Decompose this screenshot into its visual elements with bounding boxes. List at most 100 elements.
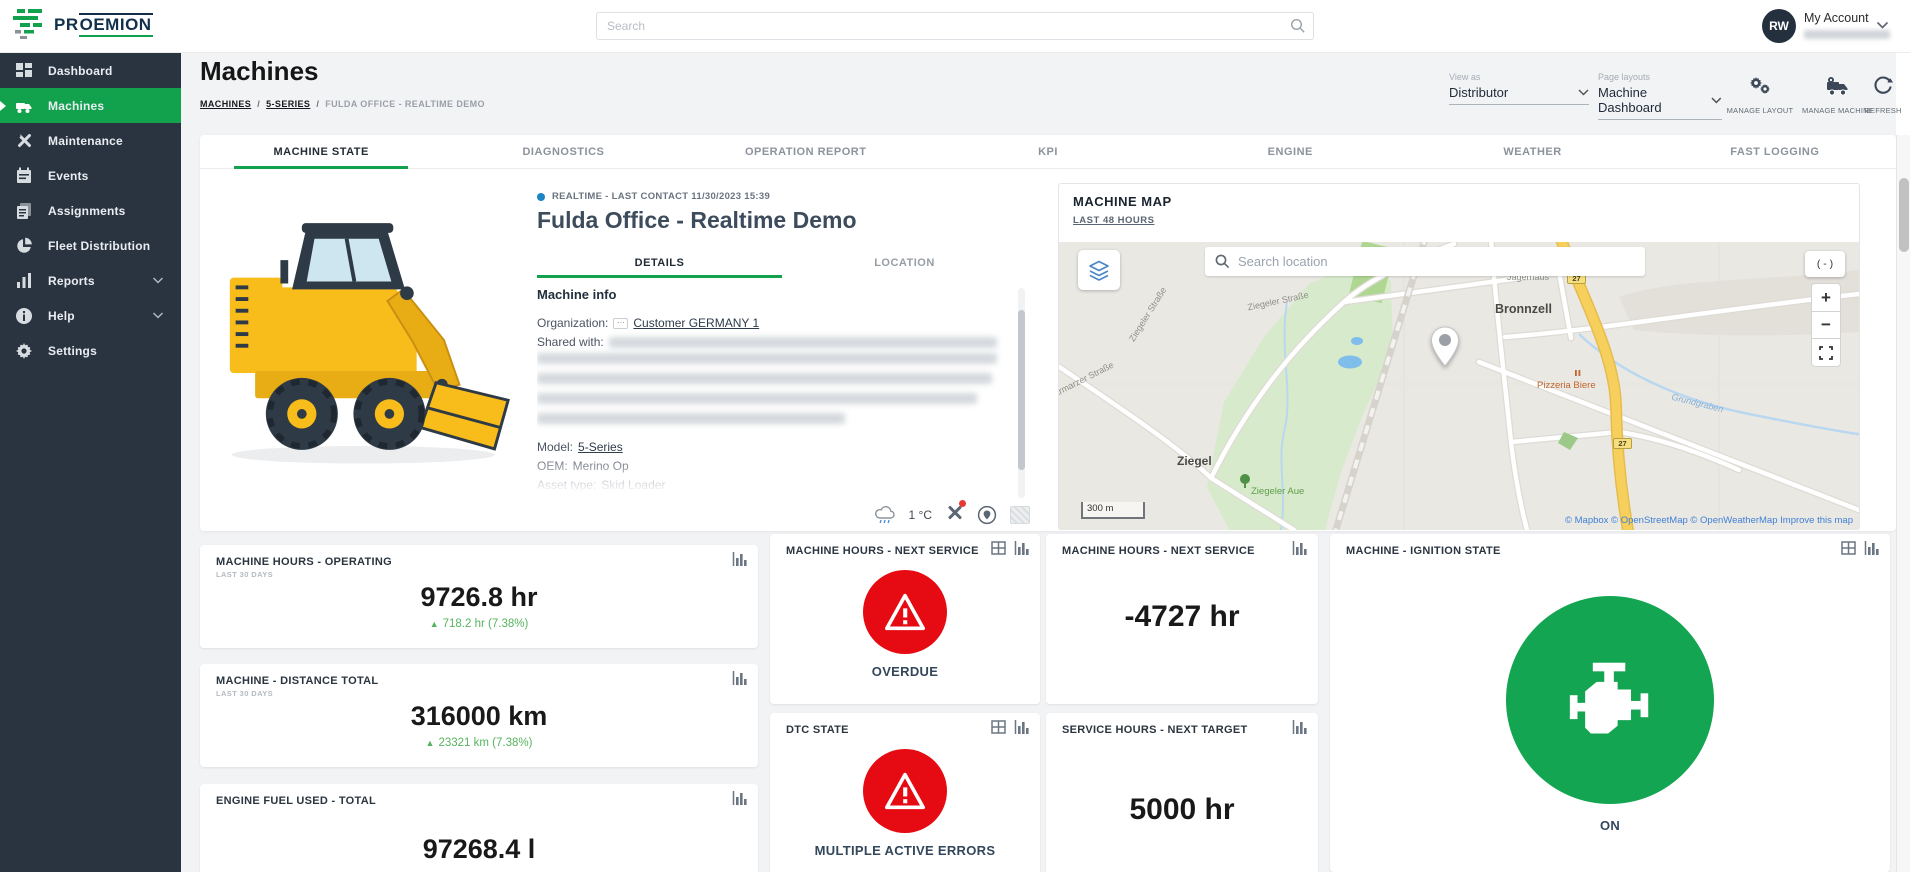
sidebar-item-machines[interactable]: Machines [0,88,181,123]
refresh-caption: REFRESH [1858,106,1908,115]
tab-weather[interactable]: WEATHER [1411,135,1653,168]
organization-link[interactable]: Customer GERMANY 1 [633,315,759,331]
realtime-dot [537,193,545,201]
bar-chart-icon[interactable] [1864,541,1880,555]
sidebar-item-reports[interactable]: Reports [0,263,181,298]
map-marker-pin[interactable] [1430,326,1460,368]
sidebar-item-fleet-distribution[interactable]: Fleet Distribution [0,228,181,263]
manage-layout-button[interactable]: MANAGE LAYOUT [1722,76,1798,115]
info-scrollbar[interactable] [1018,288,1025,498]
machine-illustration [212,192,524,482]
asset-type-label: Asset type: [537,477,596,493]
map-fullscreen-button[interactable] [1811,339,1841,367]
table-icon[interactable] [991,720,1006,734]
tab-kpi[interactable]: KPI [927,135,1169,168]
page-layouts-value[interactable]: Machine Dashboard [1598,85,1722,120]
subtab-location[interactable]: LOCATION [782,247,1027,278]
tab-fast-logging[interactable]: FAST LOGGING [1654,135,1896,168]
machine-info: Machine info Organization: ⋯ Customer GE… [537,285,1015,500]
kpi-card-engine-fuel-used: ENGINE FUEL USED - TOTAL 97268.4 l [200,784,758,872]
map-coordinates-button[interactable]: ( - ) [1805,251,1845,277]
bar-chart-icon[interactable] [1014,541,1030,555]
tab-diagnostics[interactable]: DIAGNOSTICS [442,135,684,168]
card-title: DTC STATE [786,724,849,736]
page-scrollbar[interactable] [1896,135,1910,872]
vin-value: I0359739070390877 [565,496,675,500]
info-scrollbar-thumb[interactable] [1018,310,1025,470]
tab-engine[interactable]: ENGINE [1169,135,1411,168]
chevron-down-icon [1711,97,1722,104]
table-icon[interactable] [1841,541,1856,555]
sidebar-item-events[interactable]: Events [0,158,181,193]
sidebar: Dashboard Machines Maintenance Events As… [0,53,181,872]
map-attribution[interactable]: © Mapbox © OpenStreetMap © OpenWeatherMa… [1565,515,1853,526]
sidebar-item-label: Assignments [48,204,126,218]
bar-chart-icon[interactable] [1014,720,1030,734]
model-link[interactable]: 5-Series [578,439,623,455]
dashboard-icon [15,62,33,80]
vin-row: VIN: I0359739070390877 [537,496,1015,500]
machine-title: Fulda Office - Realtime Demo [537,207,857,234]
breadcrumb-series[interactable]: 5-SERIES [266,99,310,109]
map-label-village: Ziegel [1177,454,1212,468]
map-scale: 300 m [1081,502,1145,519]
card-value: -4727 hr [1046,600,1318,634]
gears-icon [1748,76,1772,97]
pie-chart-icon [15,237,33,255]
page-layouts-select: Page layouts Machine Dashboard [1598,72,1722,120]
shared-with-row: Shared with: [537,334,1015,350]
card-title: MACHINE - DISTANCE TOTAL [216,675,378,687]
kpi-card-service-hours-target: SERVICE HOURS - NEXT TARGET 5000 hr [1046,713,1318,872]
tab-operation-report[interactable]: OPERATION REPORT [685,135,927,168]
location-pin-icon[interactable] [977,505,997,525]
account-chevron-down-icon[interactable] [1876,21,1889,30]
search-icon[interactable] [1290,18,1306,34]
map-search-box[interactable]: Search location [1205,247,1645,276]
model-row: Model: 5-Series [537,439,1015,455]
sidebar-item-assignments[interactable]: Assignments [0,193,181,228]
service-tools-button[interactable] [945,503,964,527]
bar-chart-icon[interactable] [1292,541,1308,555]
account-label[interactable]: My Account [1804,11,1869,25]
card-subtitle: LAST 30 DAYS [216,570,273,579]
card-title: MACHINE HOURS - NEXT SERVICE [1062,545,1255,557]
kpi-card-ignition-state: MACHINE - IGNITION STATE ON [1330,534,1890,872]
bar-chart-icon[interactable] [732,671,748,685]
map-zoom-in-button[interactable]: + [1811,283,1841,311]
breadcrumb-separator: / [316,99,319,109]
card-title: MACHINE - IGNITION STATE [1346,545,1501,557]
table-icon[interactable] [991,541,1006,555]
breadcrumb-machines[interactable]: MACHINES [200,99,251,109]
refresh-button[interactable]: REFRESH [1858,76,1908,115]
sidebar-item-label: Maintenance [48,134,123,148]
shared-with-redacted-block [537,353,1015,433]
search-input[interactable] [596,12,1314,40]
warning-status-circle [863,749,947,833]
sidebar-item-dashboard[interactable]: Dashboard [0,53,181,88]
bar-chart-icon[interactable] [732,552,748,566]
map-range-link[interactable]: LAST 48 HOURS [1073,215,1154,226]
sidebar-item-settings[interactable]: Settings [0,333,181,368]
map-tiles [1059,242,1859,530]
map-zoom-out-button[interactable]: − [1811,311,1841,339]
map-search-placeholder: Search location [1238,254,1328,269]
bar-chart-icon[interactable] [1292,720,1308,734]
card-title: MACHINE HOURS - NEXT SERVICE [786,545,979,557]
tab-machine-state[interactable]: MACHINE STATE [200,135,442,168]
kpi-card-dtc-state: DTC STATE MULTIPLE ACTIVE ERRORS [770,713,1040,872]
chevron-down-icon [149,312,167,319]
maintenance-icon [15,132,33,150]
card-value: 9726.8 hr [200,582,758,613]
map-canvas[interactable]: Jägerhaus Ziegeler Straße Ziegeler Straß… [1059,242,1859,530]
trend-up-icon: ▲ [426,738,435,748]
brand-logo[interactable]: PROEMION [12,7,153,43]
sidebar-item-help[interactable]: Help [0,298,181,333]
layers-icon [1088,259,1110,281]
page-scrollbar-thumb[interactable] [1899,178,1909,252]
view-as-value[interactable]: Distributor [1449,85,1589,105]
bar-chart-icon[interactable] [732,791,748,805]
map-layers-button[interactable] [1078,250,1120,290]
subtab-details[interactable]: DETAILS [537,247,782,278]
sidebar-item-maintenance[interactable]: Maintenance [0,123,181,158]
avatar[interactable]: RW [1762,9,1796,43]
